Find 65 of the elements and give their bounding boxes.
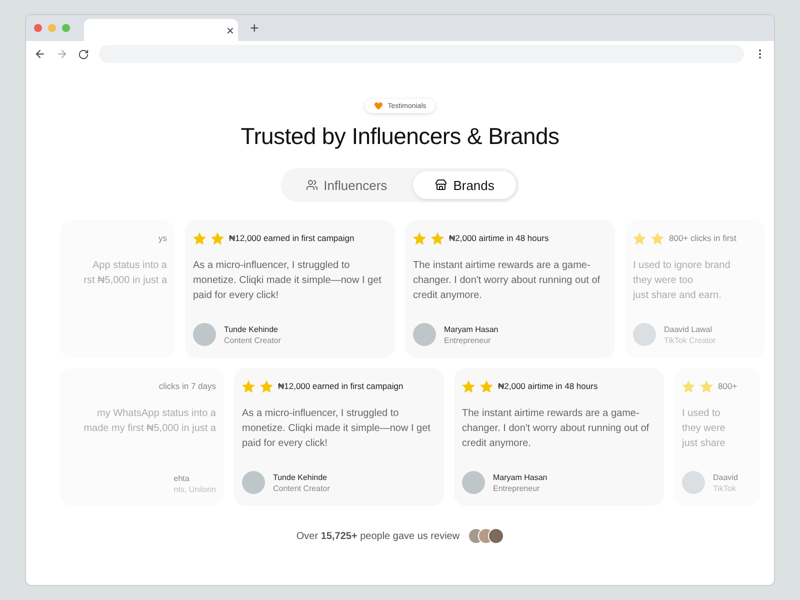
testimonial-text: my WhatsApp status into a made my first ₦5,000 in just a (84, 407, 216, 436)
avatar (682, 471, 705, 494)
author-role: TikTok (713, 484, 737, 492)
author-role: Entrepreneur (493, 484, 541, 492)
testimonial-text: I used to ignore brand they were too just share and earn. (633, 259, 730, 303)
reload-icon[interactable] (78, 48, 89, 60)
result-headline: 800+ clicks in first (669, 233, 736, 243)
author-name: Daavid (713, 472, 738, 482)
section-title: Trusted by Influencers & Brands (240, 123, 560, 150)
author-role: TikTok Creator (664, 336, 716, 344)
result-headline: ₦12,000 earned in first campaign (278, 381, 404, 391)
avatar (488, 528, 504, 544)
testimonial-text: As a micro-influencer, I struggled to monetize. Cliqki made it simple—now I get paid for every click! (193, 259, 382, 303)
author-name: Maryam Hasan (493, 472, 548, 482)
star-icon (242, 380, 255, 392)
testimonial-text: The instant airtime rewards are a game- changer. I don't worry about running out of credit anymore. (462, 407, 650, 451)
avatar (193, 323, 216, 346)
close-tab-button[interactable]: × (226, 24, 234, 36)
star-icon (480, 380, 493, 392)
minimize-window-icon[interactable] (48, 24, 56, 32)
filter-tab[interactable]: Influencers (284, 171, 410, 199)
new-tab-button[interactable]: + (250, 20, 259, 36)
close-window-icon[interactable] (34, 24, 42, 32)
author-role: Entrepreneur (444, 336, 492, 344)
author-role: Content Creator (224, 336, 281, 344)
heart-icon (374, 102, 383, 110)
author-name: Daavid Lawal (664, 324, 714, 334)
result-headline: 800+ (718, 381, 738, 391)
browser-tab[interactable]: × (84, 19, 238, 41)
result-headline: clicks in 7 days (158, 381, 216, 391)
store-icon (435, 179, 448, 191)
author-name: Tunde Kehinde (224, 324, 279, 334)
testimonial-text: I used to they were just share (682, 407, 726, 451)
review-count-text: Over 15,725+ people gave us review (296, 530, 460, 542)
star-icon (682, 380, 695, 392)
result-headline: ₦12,000 earned in first campaign (229, 233, 354, 243)
author-role: nts, Unilorin (174, 485, 216, 494)
author-name: Tunde Kehinde (273, 472, 328, 482)
result-headline: ₦2,000 airtime in 48 hours (498, 381, 598, 391)
testimonial-text: As a micro-influencer, I struggled to monetize. Cliqki made it simple—now I get paid for every click! (242, 407, 430, 451)
testimonial-text: App status into a rst ₦5,000 in just a (84, 259, 167, 288)
result-headline: ys (158, 233, 167, 243)
star-icon (413, 232, 426, 244)
star-icon (633, 232, 646, 244)
star-icon (211, 232, 224, 244)
author-role: Content Creator (273, 484, 330, 492)
maximize-window-icon[interactable] (62, 24, 70, 32)
forward-icon[interactable] (56, 48, 68, 60)
avatar (462, 471, 485, 494)
testimonial-text: The instant airtime rewards are a game- changer. I don't worry about running out of credit anymore. (413, 259, 600, 303)
users-icon (306, 179, 318, 191)
author-name: Maryam Hasan (444, 324, 498, 334)
author-name: ehta (174, 474, 190, 483)
star-icon (651, 232, 664, 244)
back-icon[interactable] (34, 48, 46, 60)
star-icon (700, 380, 713, 392)
avatar (413, 323, 436, 346)
avatar (242, 471, 265, 494)
result-headline: ₦2,000 airtime in 48 hours (449, 233, 549, 243)
star-icon (260, 380, 273, 392)
star-icon (462, 380, 475, 392)
star-icon (193, 232, 206, 244)
filter-tab[interactable]: Brands (413, 171, 516, 199)
star-icon (431, 232, 444, 244)
avatar (633, 323, 656, 346)
